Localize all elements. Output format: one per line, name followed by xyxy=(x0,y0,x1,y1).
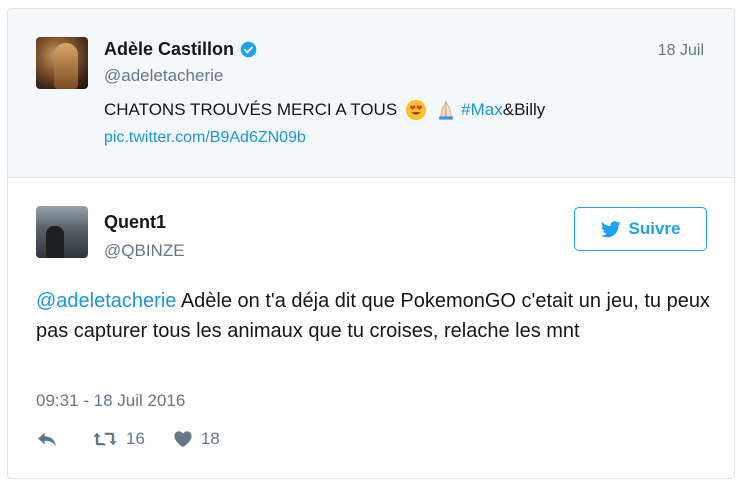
avatar-image xyxy=(46,226,64,258)
like-button[interactable]: 18 xyxy=(173,429,220,449)
hashtag-link[interactable]: #Max xyxy=(461,100,503,120)
retweet-count: 16 xyxy=(126,429,145,448)
verified-badge-icon xyxy=(240,41,257,58)
retweet-button[interactable]: 16 xyxy=(92,429,145,449)
parent-tweet-text: CHATONS TROUVÉS MERCI A TOUS #Max &Billy xyxy=(104,99,545,121)
main-avatar[interactable] xyxy=(36,206,88,258)
parent-display-name[interactable]: Adèle Castillon xyxy=(104,39,234,60)
like-count: 18 xyxy=(200,429,220,448)
tweet-timestamp[interactable]: 09:31 - 18 Juil 2016 xyxy=(36,391,185,411)
main-name-row: Quent1 xyxy=(104,212,166,233)
parent-tweet[interactable]: Adèle Castillon @adeletacherie 18 Juil C… xyxy=(8,9,734,178)
praying-hands-emoji-icon xyxy=(439,100,454,120)
tweet-embed-card: Adèle Castillon @adeletacherie 18 Juil C… xyxy=(7,8,735,479)
parent-avatar[interactable] xyxy=(36,37,88,89)
follow-button[interactable]: Suivre xyxy=(574,207,707,251)
main-handle[interactable]: @QBINZE xyxy=(104,241,185,261)
parent-name-row: Adèle Castillon xyxy=(104,39,257,60)
avatar-image xyxy=(54,43,78,89)
reply-icon xyxy=(38,432,56,447)
parent-text-suffix: &Billy xyxy=(502,100,546,119)
pic-twitter-link[interactable]: pic.twitter.com/B9Ad6ZN09b xyxy=(104,129,306,147)
parent-date[interactable]: 18 Juil xyxy=(658,42,704,60)
mention-link[interactable]: @adeletacherie xyxy=(36,290,176,312)
twitter-bird-icon xyxy=(600,220,621,237)
heart-eyes-emoji-icon xyxy=(406,99,427,121)
parent-handle[interactable]: @adeletacherie xyxy=(104,66,223,86)
main-display-name[interactable]: Quent1 xyxy=(104,212,166,233)
parent-text-main: CHATONS TROUVÉS MERCI A TOUS xyxy=(104,100,398,119)
main-tweet-text: @adeletacherie Adèle on t'a déja dit que… xyxy=(36,286,716,346)
tweet-actions: 16 18 xyxy=(36,429,220,449)
heart-icon xyxy=(174,431,192,448)
reply-button[interactable] xyxy=(36,430,58,448)
retweet-icon xyxy=(93,432,117,446)
follow-button-label: Suivre xyxy=(628,219,681,238)
